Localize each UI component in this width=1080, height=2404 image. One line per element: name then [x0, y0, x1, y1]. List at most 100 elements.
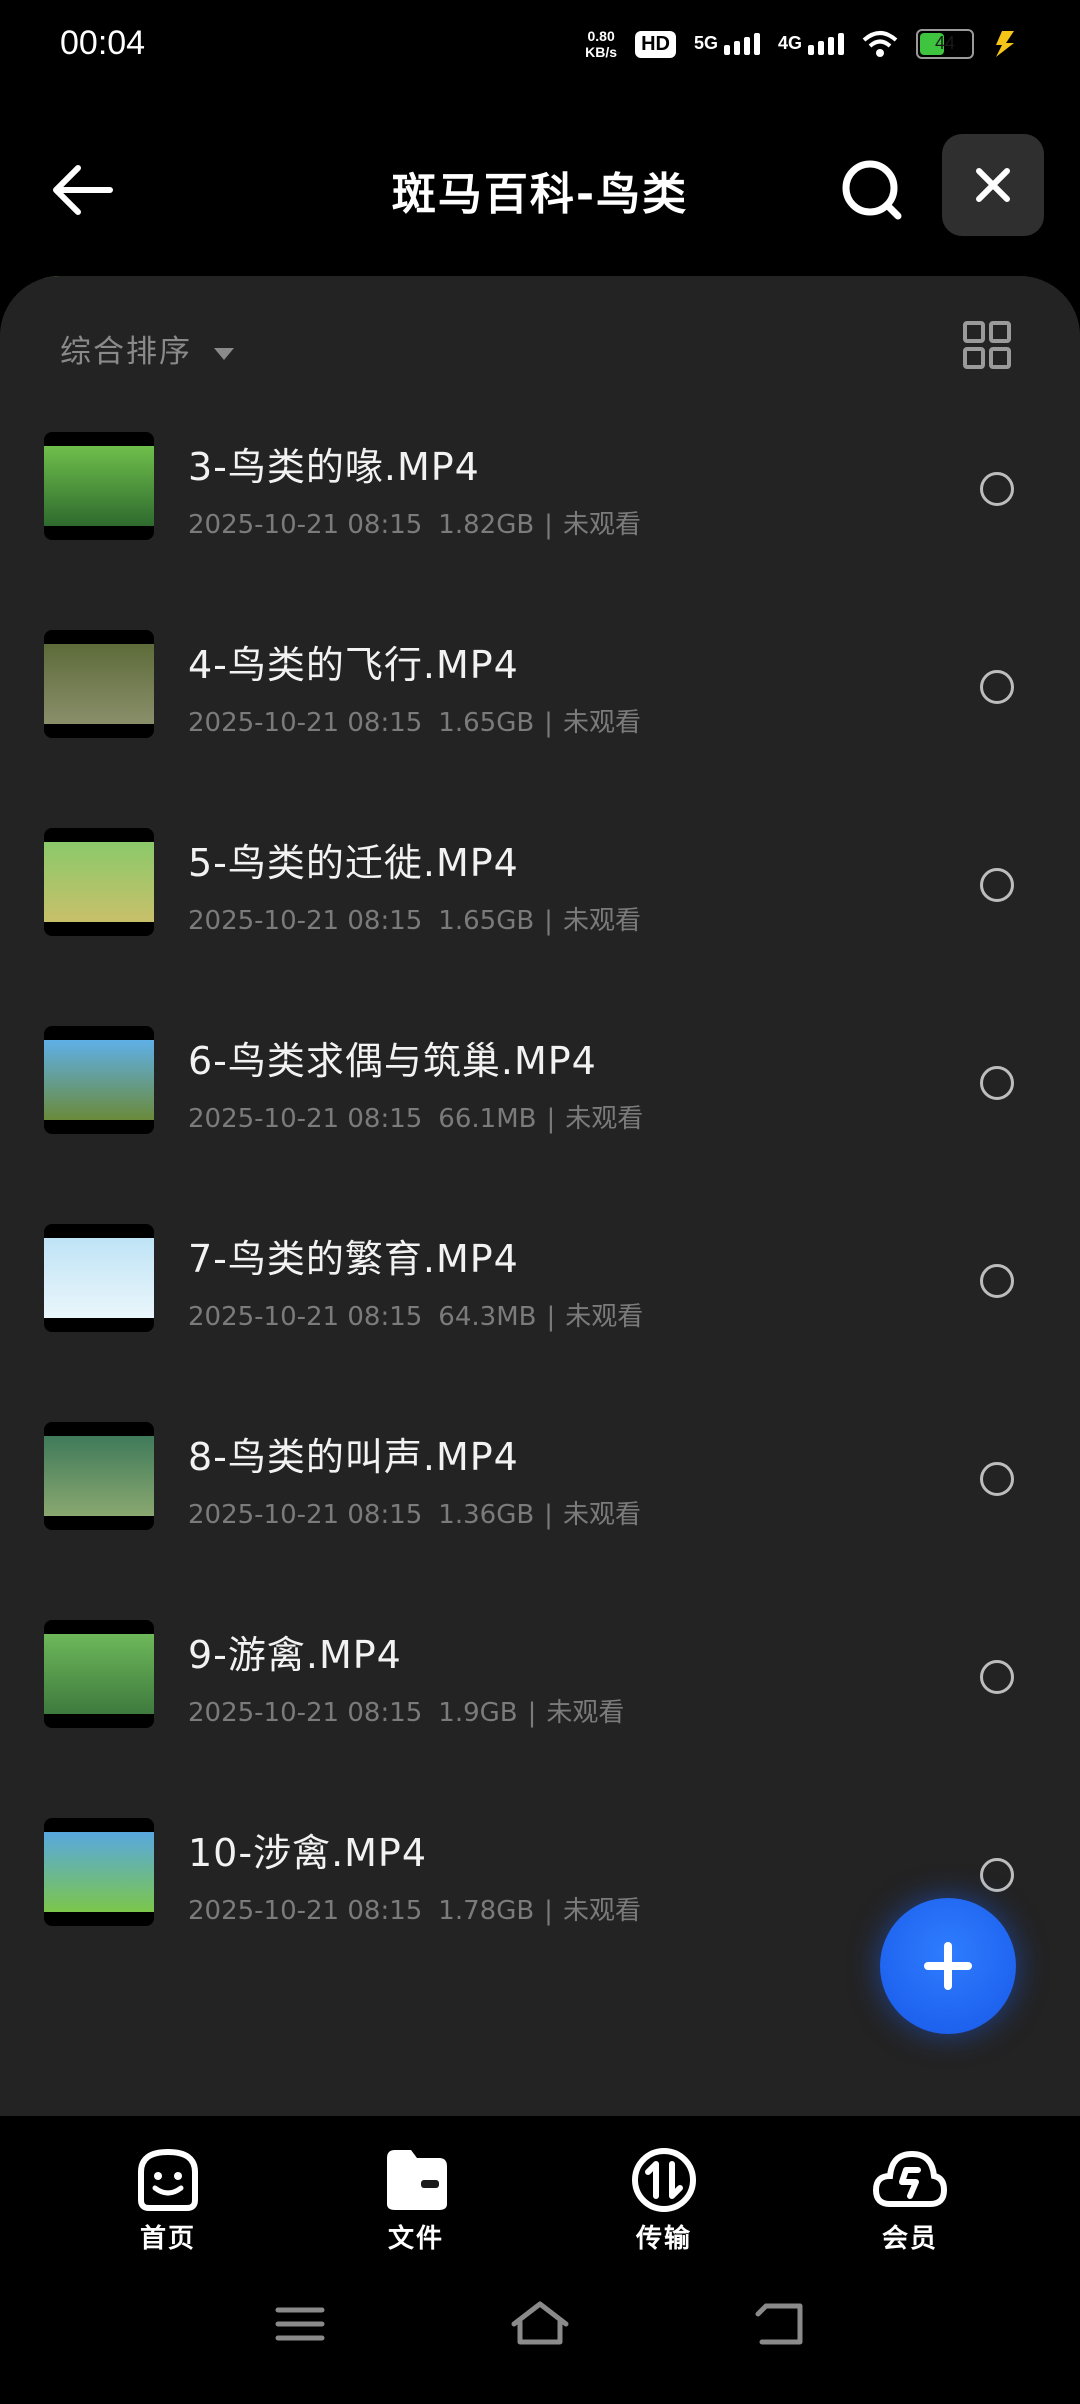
cloud-vip-icon: [872, 2150, 948, 2207]
hd-icon: HD: [635, 30, 676, 58]
file-date: 2025-10-21 08:15: [188, 1698, 423, 1728]
file-size: 1.9GB: [438, 1698, 518, 1728]
network-speed: 0.80 KB/s: [585, 28, 618, 60]
nav-vip[interactable]: 会员: [850, 2146, 970, 2255]
file-row[interactable]: 7-鸟类的繁育.MP4 2025-10-21 08:15 64.3MB | 未观看: [0, 1184, 1080, 1382]
caret-down-icon: [214, 347, 234, 360]
file-row[interactable]: 6-鸟类求偶与筑巢.MP4 2025-10-21 08:15 66.1MB | 未观看: [0, 986, 1080, 1184]
file-size: 1.82GB: [438, 510, 535, 540]
video-thumbnail: [44, 432, 154, 540]
file-name: 5-鸟类的迁徙.MP4: [188, 841, 519, 885]
nav-files[interactable]: 文件: [356, 2146, 476, 2255]
watch-status: 未观看: [562, 906, 641, 936]
meta-separator: |: [544, 906, 553, 936]
video-thumbnail: [44, 828, 154, 936]
video-thumbnail: [44, 1620, 154, 1728]
file-size: 1.78GB: [438, 1896, 535, 1926]
file-name: 8-鸟类的叫声.MP4: [188, 1435, 519, 1479]
video-thumbnail: [44, 630, 154, 738]
file-date: 2025-10-21 08:15: [188, 1896, 423, 1926]
search-icon[interactable]: [836, 154, 908, 226]
file-size: 66.1MB: [438, 1104, 537, 1134]
close-icon: [976, 168, 1010, 202]
smiley-face-icon: [138, 2148, 198, 2211]
select-radio[interactable]: [980, 472, 1014, 506]
home-icon[interactable]: [510, 2298, 570, 2348]
file-row[interactable]: 5-鸟类的迁徙.MP4 2025-10-21 08:15 1.65GB | 未观看: [0, 788, 1080, 986]
page-title: 斑马百科-鸟类: [391, 169, 689, 220]
meta-separator: |: [546, 1302, 556, 1332]
select-radio[interactable]: [980, 1066, 1014, 1100]
file-size: 1.36GB: [438, 1500, 535, 1530]
file-row[interactable]: 3-鸟类的喙.MP4 2025-10-21 08:15 1.82GB | 未观看: [0, 392, 1080, 590]
meta-separator: |: [546, 1104, 556, 1134]
system-nav-bar: [0, 2270, 1080, 2404]
file-size: 64.3MB: [438, 1302, 537, 1332]
file-date: 2025-10-21 08:15: [188, 1302, 423, 1332]
file-meta: 2025-10-21 08:15 1.78GB | 未观看: [188, 1890, 641, 1927]
select-radio[interactable]: [980, 1858, 1014, 1892]
watch-status: 未观看: [562, 708, 641, 738]
file-size: 1.65GB: [438, 906, 535, 936]
meta-separator: |: [544, 1500, 553, 1530]
app-header: 斑马百科-鸟类: [0, 120, 1080, 250]
meta-separator: |: [544, 510, 553, 540]
charging-icon: [996, 31, 1014, 57]
file-meta: 2025-10-21 08:15 66.1MB | 未观看: [188, 1098, 643, 1135]
file-name: 3-鸟类的喙.MP4: [188, 445, 480, 489]
wifi-icon: [862, 31, 898, 57]
video-thumbnail: [44, 1818, 154, 1926]
file-date: 2025-10-21 08:15: [188, 510, 423, 540]
file-name: 4-鸟类的飞行.MP4: [188, 643, 519, 687]
nav-home[interactable]: 首页: [108, 2146, 228, 2255]
meta-separator: |: [544, 1896, 553, 1926]
folder-icon: [387, 2150, 447, 2210]
signal-4g-icon: 4G: [778, 33, 844, 55]
file-date: 2025-10-21 08:15: [188, 708, 423, 738]
select-radio[interactable]: [980, 1462, 1014, 1496]
select-radio[interactable]: [980, 670, 1014, 704]
close-button[interactable]: [942, 134, 1044, 236]
video-thumbnail: [44, 1026, 154, 1134]
file-meta: 2025-10-21 08:15 64.3MB | 未观看: [188, 1296, 643, 1333]
transfer-icon: [632, 2148, 696, 2212]
signal-5g-icon: 5G: [694, 33, 760, 55]
file-meta: 2025-10-21 08:15 1.9GB | 未观看: [188, 1692, 624, 1729]
file-meta: 2025-10-21 08:15 1.65GB | 未观看: [188, 900, 641, 937]
file-date: 2025-10-21 08:15: [188, 1104, 423, 1134]
back-nav-icon[interactable]: [752, 2300, 808, 2348]
meta-separator: |: [527, 1698, 537, 1728]
file-row[interactable]: 9-游禽.MP4 2025-10-21 08:15 1.9GB | 未观看: [0, 1580, 1080, 1778]
file-name: 10-涉禽.MP4: [188, 1831, 428, 1875]
watch-status: 未观看: [546, 1698, 625, 1728]
menu-icon[interactable]: [272, 2302, 328, 2346]
file-meta: 2025-10-21 08:15 1.82GB | 未观看: [188, 504, 641, 541]
grid-view-icon[interactable]: [962, 320, 1012, 370]
nav-transfer[interactable]: 传输: [604, 2146, 724, 2255]
file-name: 6-鸟类求偶与筑巢.MP4: [188, 1039, 597, 1083]
file-date: 2025-10-21 08:15: [188, 906, 423, 936]
sort-dropdown[interactable]: 综合排序: [60, 326, 234, 371]
sort-bar: 综合排序: [0, 276, 1080, 396]
select-radio[interactable]: [980, 1660, 1014, 1694]
meta-separator: |: [544, 708, 553, 738]
file-meta: 2025-10-21 08:15 1.65GB | 未观看: [188, 702, 641, 739]
watch-status: 未观看: [562, 1896, 641, 1926]
watch-status: 未观看: [562, 1500, 641, 1530]
select-radio[interactable]: [980, 1264, 1014, 1298]
watch-status: 未观看: [562, 510, 641, 540]
file-row[interactable]: 4-鸟类的飞行.MP4 2025-10-21 08:15 1.65GB | 未观看: [0, 590, 1080, 788]
file-size: 1.65GB: [438, 708, 535, 738]
video-thumbnail: [44, 1422, 154, 1530]
add-button[interactable]: [880, 1898, 1016, 2034]
clock: 00:04: [60, 24, 146, 62]
status-bar: 00:04 0.80 KB/s HD 5G 4G 44: [0, 0, 1080, 92]
bottom-nav: 首页 文件 传输 会员: [0, 2116, 1080, 2266]
file-date: 2025-10-21 08:15: [188, 1500, 423, 1530]
file-name: 9-游禽.MP4: [188, 1633, 402, 1677]
video-thumbnail: [44, 1224, 154, 1332]
file-name: 7-鸟类的繁育.MP4: [188, 1237, 519, 1281]
select-radio[interactable]: [980, 868, 1014, 902]
file-row[interactable]: 8-鸟类的叫声.MP4 2025-10-21 08:15 1.36GB | 未观看: [0, 1382, 1080, 1580]
status-icons: 0.80 KB/s HD 5G 4G 44: [585, 28, 1020, 60]
